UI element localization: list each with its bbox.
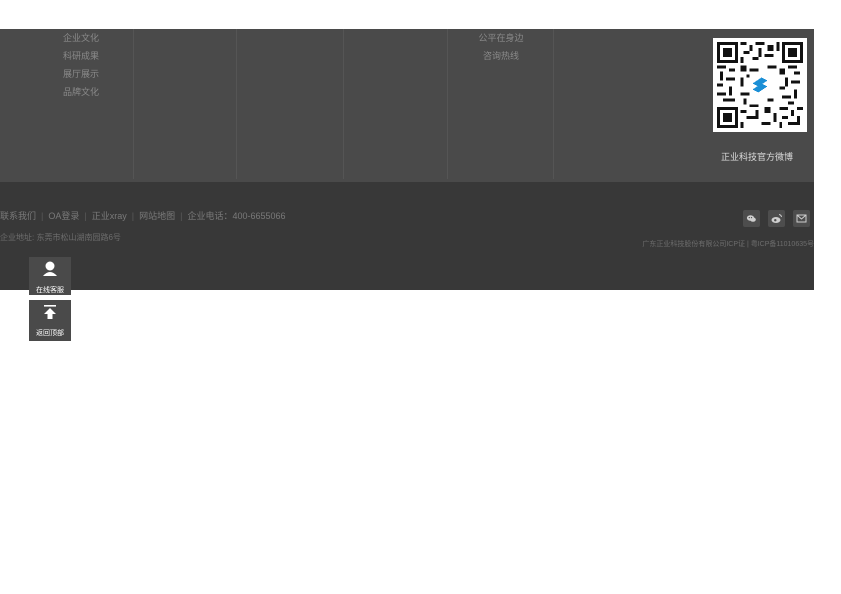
link-oa-login[interactable]: OA登录 [48,211,79,221]
column-divider [343,29,344,179]
footer-top: 企业文化 科研成果 展厅展示 品牌文化 公平在身边 咨询热线 正业科技官方微博 [0,29,814,182]
back-to-top-label: 返回顶部 [36,330,64,337]
qr-caption: 正业科技官方微博 [720,152,793,162]
mail-icon[interactable] [793,210,810,227]
footer-link-fairness[interactable]: 公平在身边 [466,29,536,47]
arrow-up-icon [44,305,56,319]
footer-nav-column-5: 公平在身边 咨询热线 [466,29,536,65]
qr-code [713,38,807,132]
column-divider [236,29,237,179]
link-xray[interactable]: 正业xray [92,211,127,221]
weibo-icon[interactable] [768,210,785,227]
link-separator: | [180,211,183,221]
footer-links: 联系我们 | OA登录 | 正业xray | 网站地图 | 企业电话：400-6655066 [0,209,286,222]
column-divider [447,29,448,179]
footer-link-brand[interactable]: 品牌文化 [45,83,117,101]
user-icon [43,261,57,276]
back-to-top-button[interactable]: 返回顶部 [29,300,71,341]
footer-nav-column-1: 企业文化 科研成果 展厅展示 品牌文化 [45,29,117,101]
link-separator: | [84,211,87,221]
footer-link-hotline[interactable]: 咨询热线 [466,47,536,65]
qr-code-icon [717,42,803,128]
link-sitemap[interactable]: 网站地图 [139,211,175,221]
link-separator: | [131,211,135,221]
wechat-icon[interactable] [743,210,760,227]
company-address: 企业地址: 东莞市松山湖南园路6号 [0,233,121,242]
footer-link-research[interactable]: 科研成果 [45,47,117,65]
footer-link-culture[interactable]: 企业文化 [45,29,117,47]
copyright: 广东正业科技股份有限公司ICP证 | 粤ICP备11010635号 [642,241,814,248]
column-divider [133,29,134,179]
column-divider [553,29,554,179]
company-phone: 企业电话：400-6655066 [187,211,286,221]
online-service-button[interactable]: 在线客服 [29,257,71,295]
link-separator: | [41,211,44,221]
online-service-label: 在线客服 [36,287,64,294]
link-contact-us[interactable]: 联系我们 [0,211,36,221]
footer-bottom: 联系我们 | OA登录 | 正业xray | 网站地图 | 企业电话：400-6655066 企… [0,182,814,290]
footer-link-showroom[interactable]: 展厅展示 [45,65,117,83]
